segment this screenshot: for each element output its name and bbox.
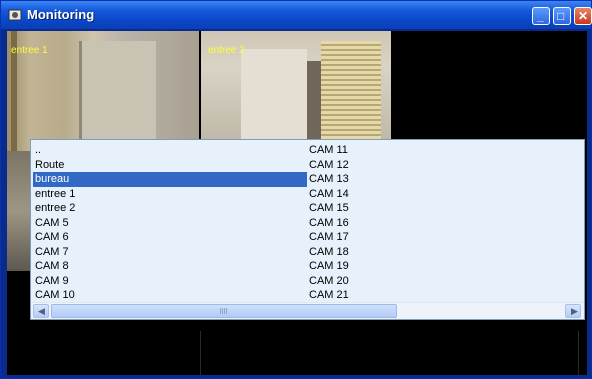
window-title: Monitoring [27, 7, 95, 22]
list-item[interactable]: CAM 18 [307, 245, 577, 260]
minimize-button[interactable]: _ [532, 7, 550, 25]
chevron-left-icon: ◀ [38, 306, 45, 316]
list-item[interactable]: .. [33, 143, 307, 158]
camera-list-column-2: CAM 11 CAM 12 CAM 13 CAM 14 CAM 15 CAM 16 CAM … [307, 143, 577, 303]
list-item[interactable]: CAM 5 [33, 216, 307, 231]
app-icon [8, 9, 22, 21]
feed-divider [200, 331, 201, 375]
list-item[interactable]: CAM 16 [307, 216, 577, 231]
list-item[interactable]: CAM 13 [307, 172, 577, 187]
list-item[interactable]: CAM 6 [33, 230, 307, 245]
close-button[interactable]: ✕ [574, 7, 592, 25]
monitoring-window: Monitoring _ □ ✕ entree 1 entree 2 .. Rou… [0, 0, 592, 379]
camera-feed-entree-2[interactable]: entree 2 [201, 31, 391, 151]
list-item[interactable]: CAM 12 [307, 158, 577, 173]
list-item[interactable]: entree 1 [33, 187, 307, 202]
camera-list-column-1: .. Route bureau entree 1 entree 2 CAM 5 CAM 6C… [33, 143, 307, 303]
list-item[interactable]: CAM 21 [307, 288, 577, 303]
list-item[interactable]: CAM 9 [33, 274, 307, 289]
list-item[interactable]: Route [33, 158, 307, 173]
feed-door [79, 41, 156, 141]
horizontal-scrollbar[interactable]: ◀ ▶ [32, 302, 583, 319]
list-item[interactable]: CAM 10 [33, 288, 307, 303]
scroll-right-button[interactable]: ▶ [565, 304, 581, 318]
list-item[interactable]: CAM 15 [307, 201, 577, 216]
minimize-icon: _ [537, 9, 544, 23]
list-item[interactable]: CAM 19 [307, 259, 577, 274]
list-item[interactable]: CAM 11 [307, 143, 577, 158]
maximize-icon: □ [557, 9, 565, 23]
camera-label-entree-2: entree 2 [208, 45, 245, 56]
feed-wall [241, 49, 307, 141]
list-item[interactable]: CAM 7 [33, 245, 307, 260]
list-item[interactable]: CAM 17 [307, 230, 577, 245]
maximize-button[interactable]: □ [553, 7, 571, 25]
scroll-left-button[interactable]: ◀ [33, 304, 49, 318]
grip-icon [220, 308, 228, 314]
feed-window-blind [321, 41, 381, 141]
list-item[interactable]: bureau [33, 172, 307, 187]
close-icon: ✕ [578, 9, 589, 23]
feed-divider [578, 331, 579, 375]
camera-label-entree-1: entree 1 [11, 45, 48, 56]
camera-list-panel[interactable]: .. Route bureau entree 1 entree 2 CAM 5 CAM 6C… [30, 139, 585, 320]
camera-feed-entree-1[interactable]: entree 1 [7, 31, 199, 151]
list-item[interactable]: CAM 14 [307, 187, 577, 202]
list-item[interactable]: entree 2 [33, 201, 307, 216]
title-bar[interactable]: Monitoring _ □ ✕ [1, 1, 592, 29]
scrollbar-thumb[interactable] [51, 304, 397, 318]
chevron-right-icon: ▶ [571, 306, 578, 316]
list-item[interactable]: CAM 8 [33, 259, 307, 274]
list-item[interactable]: CAM 20 [307, 274, 577, 289]
